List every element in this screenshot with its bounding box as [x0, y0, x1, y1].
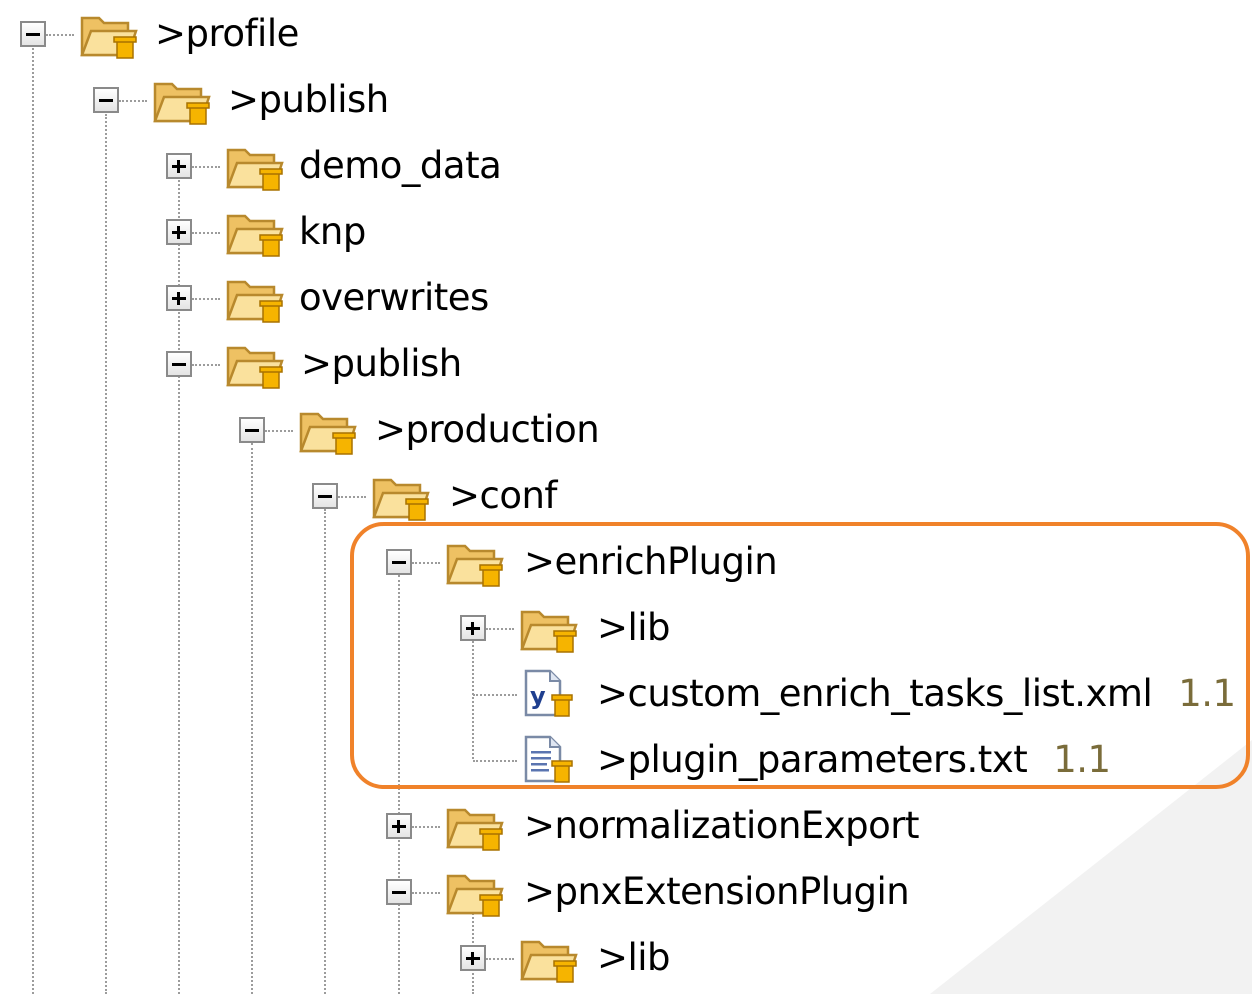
expand-toggle[interactable] [166, 219, 192, 245]
tree-connector-line [192, 364, 220, 366]
node-label: >pnxExtensionPlugin [524, 870, 910, 913]
expand-toggle[interactable] [460, 945, 486, 971]
folder-icon [226, 214, 284, 257]
tree-connector-line [46, 34, 74, 36]
collapse-toggle[interactable] [386, 879, 412, 905]
tree-connector-line [473, 694, 517, 696]
node-label: >lib [597, 936, 671, 979]
collapse-toggle[interactable] [93, 87, 119, 113]
tree-connector-line [105, 114, 107, 994]
tree-connector-line [251, 443, 253, 994]
folder-icon [226, 280, 284, 323]
tree-connector-line [486, 628, 514, 630]
node-label: >plugin_parameters.txt 1.1 [597, 735, 1111, 785]
tree-connector-line [119, 100, 147, 102]
node-label: >profile [155, 12, 299, 55]
text-file-icon [524, 735, 573, 783]
xml-file-icon: y [524, 669, 573, 717]
folder-icon [153, 82, 211, 125]
folder-icon [520, 940, 578, 983]
tree-connector-line [473, 760, 517, 762]
expand-toggle[interactable] [166, 153, 192, 179]
node-label: >enrichPlugin [524, 540, 778, 583]
folder-icon [446, 808, 504, 851]
node-label: >normalizationExport [524, 804, 920, 847]
expand-toggle[interactable] [460, 615, 486, 641]
tree-connector-line [32, 48, 34, 994]
collapse-toggle[interactable] [312, 483, 338, 509]
folder-icon [446, 544, 504, 587]
file-name: >custom_enrich_tasks_list.xml [597, 672, 1153, 715]
version-label: 1.1 [1053, 738, 1111, 781]
tree-connector-line [192, 232, 220, 234]
collapse-toggle[interactable] [20, 21, 46, 47]
folder-icon [446, 874, 504, 917]
node-label: demo_data [299, 144, 502, 187]
node-label: overwrites [299, 276, 489, 319]
tree-connector-line [486, 958, 514, 960]
expand-toggle[interactable] [166, 285, 192, 311]
svg-text:y: y [530, 682, 546, 710]
node-label: >conf [449, 474, 557, 517]
tree-connector-line [192, 298, 220, 300]
file-name: >plugin_parameters.txt [597, 738, 1028, 781]
tree-connector-line [412, 562, 440, 564]
node-label: >publish [301, 342, 462, 385]
collapse-toggle[interactable] [386, 549, 412, 575]
tree-connector-line [412, 826, 440, 828]
folder-icon [80, 16, 138, 59]
node-label: knp [299, 210, 366, 253]
node-label: >production [375, 408, 600, 451]
expand-toggle[interactable] [386, 813, 412, 839]
node-label: >lib [597, 606, 671, 649]
tree-connector-line [338, 496, 366, 498]
node-label: >publish [228, 78, 389, 121]
tree-connector-line [412, 892, 440, 894]
folder-icon [520, 610, 578, 653]
folder-icon [299, 412, 357, 455]
version-label: 1.1 [1178, 672, 1236, 715]
tree-connector-line [324, 509, 326, 994]
node-label: >custom_enrich_tasks_list.xml 1.1 [597, 669, 1236, 719]
folder-icon [226, 148, 284, 191]
folder-icon [372, 478, 430, 521]
folder-icon [226, 346, 284, 389]
collapse-toggle[interactable] [239, 417, 265, 443]
collapse-toggle[interactable] [166, 351, 192, 377]
tree-connector-line [265, 430, 293, 432]
tree-connector-line [192, 166, 220, 168]
